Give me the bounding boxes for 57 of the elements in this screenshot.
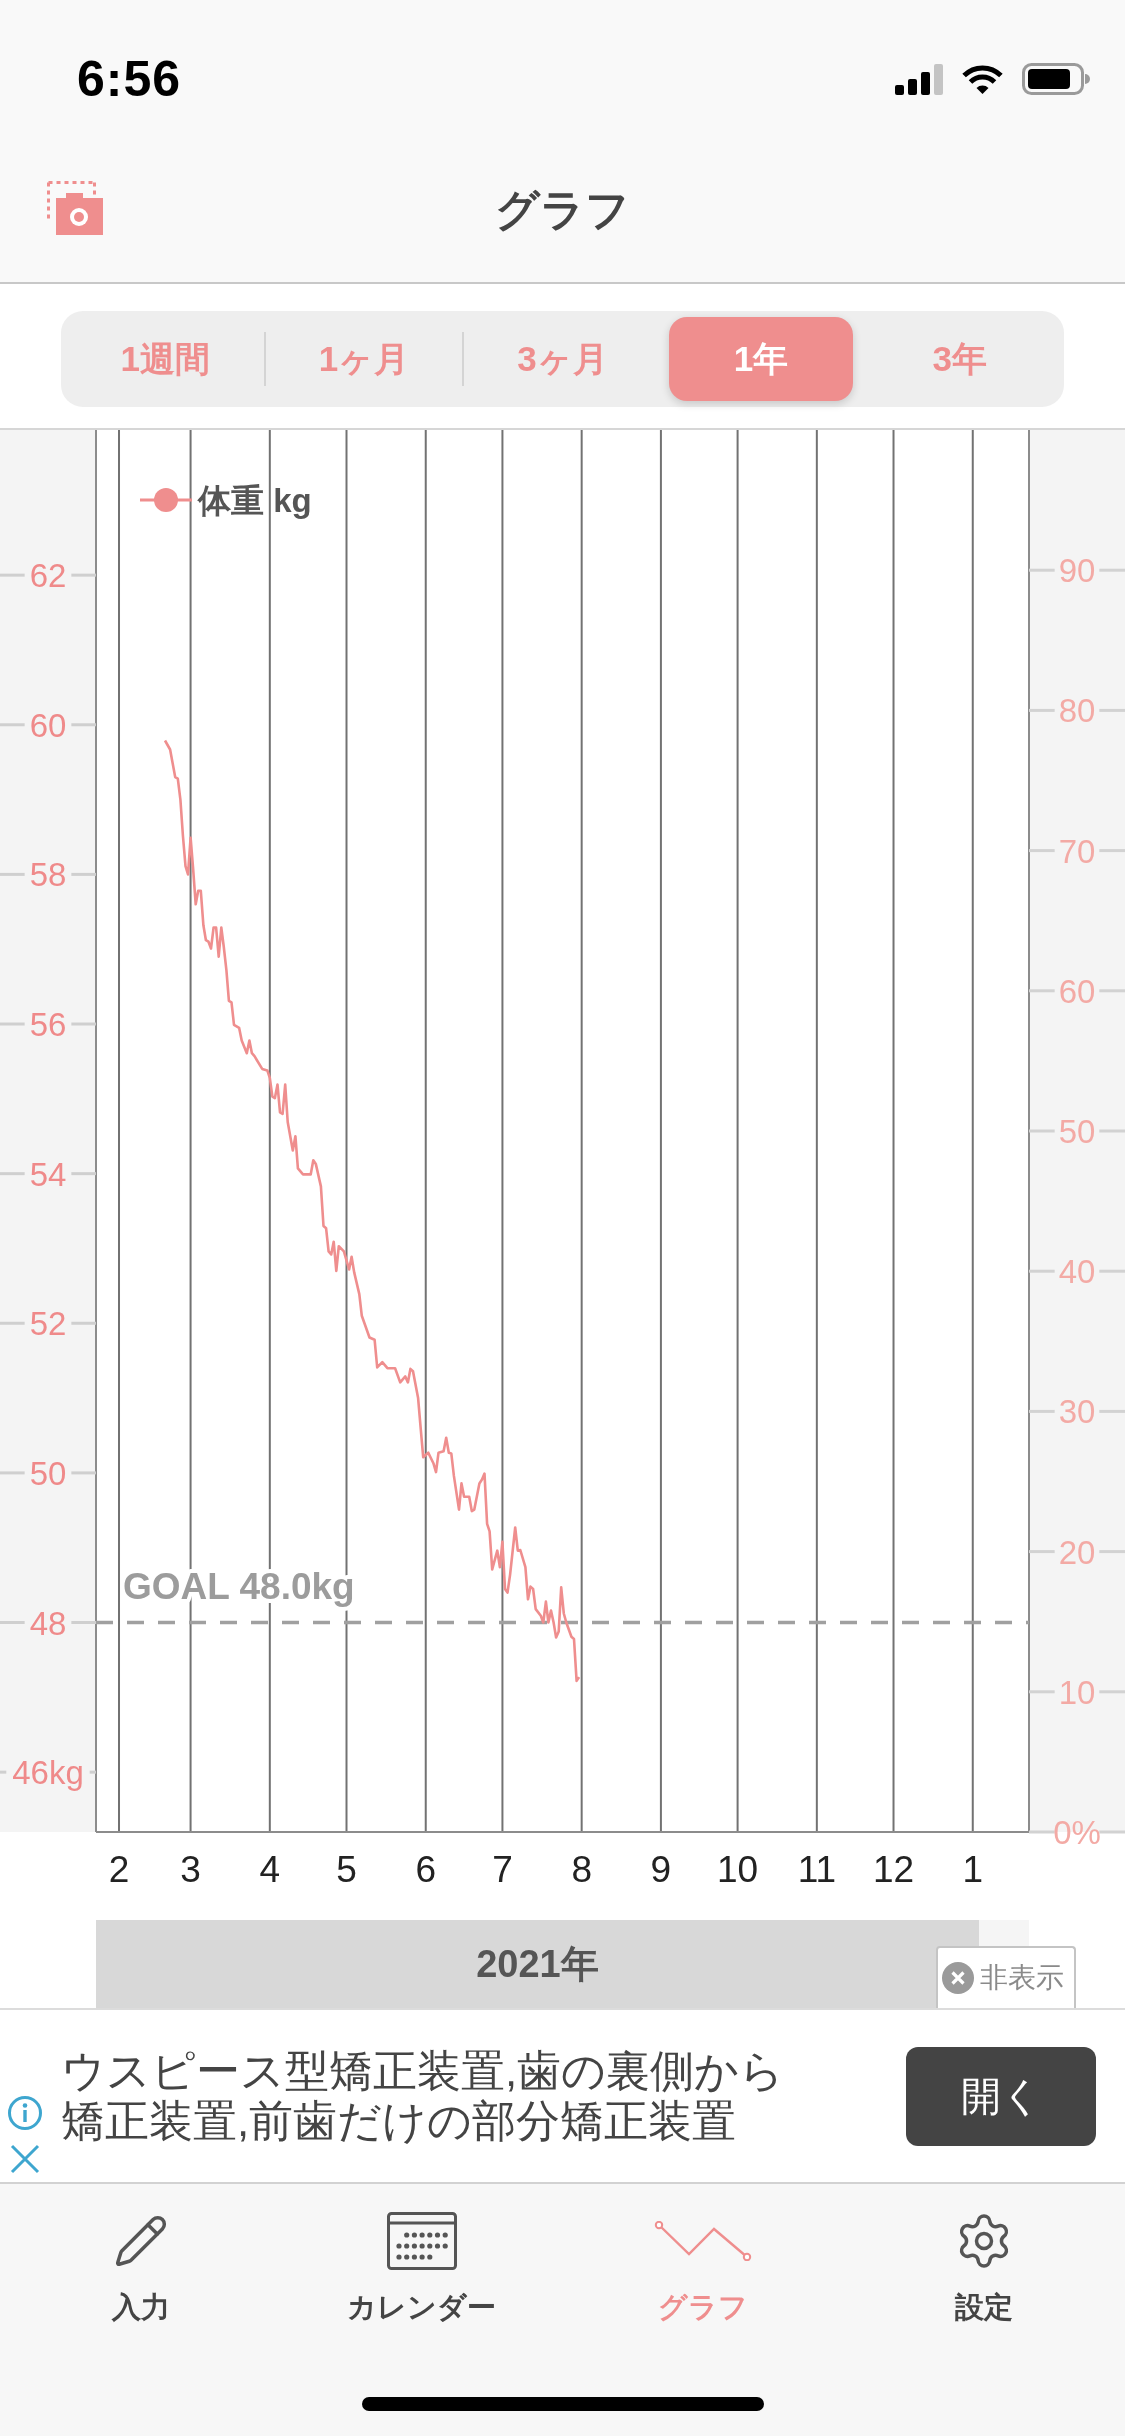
- battery-icon: [1022, 63, 1090, 95]
- ad-text: ウスピース型矯正装置,歯の裏側から矯正装置,前歯だけの部分矯正装置: [61, 2046, 786, 2146]
- nav-tab[interactable]: 入力: [0, 2212, 282, 2324]
- secondary-axis-label: 80: [1058, 692, 1096, 730]
- x-axis-label: 2: [108, 1849, 130, 1890]
- secondary-axis-label: 90: [1058, 552, 1096, 590]
- info-icon[interactable]: [8, 2096, 42, 2130]
- period-tab[interactable]: 1週間: [73, 317, 258, 401]
- period-tab[interactable]: 1年: [668, 317, 854, 401]
- secondary-axis-label: 70: [1058, 832, 1096, 870]
- y-axis-label: 50: [29, 1454, 67, 1492]
- x-axis-label: 8: [571, 1849, 592, 1890]
- x-axis-label: 6: [415, 1849, 437, 1890]
- calendar-icon: [386, 2212, 457, 2270]
- wifi-icon: [960, 63, 1005, 95]
- x-axis-label: 1: [962, 1849, 984, 1890]
- year-band: 2021年: [96, 1920, 979, 2008]
- nav-tab[interactable]: グラフ: [562, 2212, 844, 2324]
- secondary-axis-label: 10: [1058, 1673, 1096, 1711]
- nav-tab[interactable]: 設定: [843, 2212, 1125, 2324]
- period-tab[interactable]: 3年: [867, 317, 1052, 401]
- secondary-axis-label: 30: [1058, 1393, 1096, 1431]
- period-tab[interactable]: 1ヶ月: [271, 317, 457, 401]
- x-axis-label: 5: [336, 1849, 357, 1890]
- y-axis-label: 46kg: [12, 1754, 84, 1792]
- close-icon[interactable]: [10, 2144, 40, 2174]
- line-chart-icon: [654, 2221, 753, 2261]
- secondary-axis-label: 0%: [1053, 1814, 1101, 1851]
- x-axis-label: 4: [259, 1849, 281, 1890]
- y-axis-label: 56: [29, 1006, 67, 1043]
- legend-marker-icon: [140, 488, 192, 512]
- page-title: グラフ: [495, 183, 630, 236]
- period-tab[interactable]: 3ヶ月: [470, 317, 655, 401]
- x-axis-label: 11: [797, 1849, 837, 1890]
- nav-tab[interactable]: カレンダー: [281, 2212, 563, 2324]
- y-axis-label: 62: [29, 557, 67, 595]
- y-axis-label: 48: [29, 1604, 67, 1642]
- open-button[interactable]: 開く: [906, 2046, 1096, 2146]
- y-axis-label: 60: [29, 706, 67, 744]
- legend-label: 体重 kg: [198, 482, 312, 519]
- x-axis-label: 10: [717, 1849, 759, 1890]
- secondary-axis-label: 40: [1058, 1253, 1096, 1291]
- x-axis-label: 12: [872, 1849, 915, 1890]
- status-time: 6:56: [77, 50, 182, 108]
- x-axis-label: 7: [492, 1849, 513, 1890]
- y-axis-label: 54: [29, 1155, 67, 1193]
- secondary-axis-label: 20: [1058, 1533, 1096, 1571]
- close-icon: [942, 1962, 974, 1994]
- x-axis-label: 9: [650, 1849, 672, 1890]
- y-axis-label: 58: [29, 856, 67, 894]
- hide-ad-button[interactable]: 非表示: [936, 1946, 1076, 2008]
- secondary-axis-label: 50: [1058, 1113, 1096, 1150]
- camera-icon[interactable]: [47, 181, 103, 235]
- y-axis-label: 52: [29, 1305, 67, 1343]
- signal-icon: [895, 63, 943, 95]
- secondary-axis-label: 60: [1058, 972, 1096, 1010]
- x-axis-label: 3: [180, 1849, 201, 1890]
